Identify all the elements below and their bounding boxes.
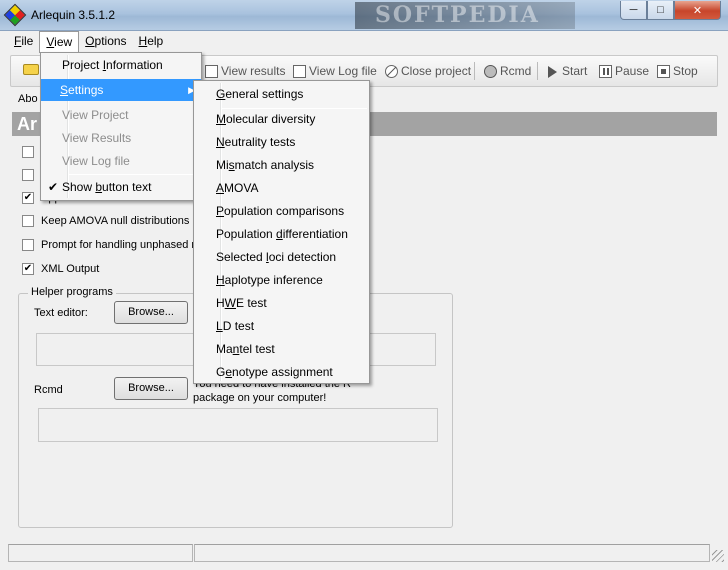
tab-about[interactable]: Abo xyxy=(18,93,38,105)
toolbar-separator xyxy=(537,62,538,80)
log-file-icon xyxy=(293,64,306,78)
text-editor-browse-button[interactable]: Browse... xyxy=(114,301,188,324)
r-icon xyxy=(484,64,497,78)
pause-button[interactable]: Pause xyxy=(599,64,649,78)
title-bar: Arlequin 3.5.1.2 SOFTPEDIA ─ □ ✕ xyxy=(0,0,728,31)
folder-icon xyxy=(23,64,39,75)
xml-output-checkbox[interactable]: ✔ XML Output xyxy=(22,263,99,275)
menu-item-view-project[interactable]: View Project xyxy=(43,104,199,126)
keep-amova-null-checkbox[interactable]: Keep AMOVA null distributions xyxy=(22,215,189,227)
close-window-button[interactable]: ✕ xyxy=(674,1,721,20)
rcmd-path-field[interactable] xyxy=(38,408,438,442)
menu-item-view-results[interactable]: View Results xyxy=(43,127,199,149)
submenu-item-genotype-assignment[interactable]: Genotype assignment xyxy=(196,361,367,384)
menu-help[interactable]: Help xyxy=(133,31,170,53)
submenu-item-population-differentiation[interactable]: Population differentiation xyxy=(196,223,367,246)
checkbox[interactable] xyxy=(22,239,34,251)
view-log-file-button[interactable]: View Log file xyxy=(293,64,377,78)
menu-separator xyxy=(69,174,199,175)
results-icon xyxy=(205,64,218,78)
submenu-item-ld-test[interactable]: LD test xyxy=(196,315,367,338)
option-checkbox-2[interactable] xyxy=(22,169,41,181)
stop-icon xyxy=(657,64,670,78)
checkbox[interactable] xyxy=(22,215,34,227)
checkbox[interactable] xyxy=(22,146,34,158)
status-pane-right xyxy=(194,544,710,562)
text-editor-label: Text editor: xyxy=(34,307,88,319)
start-button[interactable]: Start xyxy=(547,64,587,78)
option-checkbox-1[interactable] xyxy=(22,146,41,158)
rcmd-label: Rcmd xyxy=(34,384,63,396)
window-controls: ─ □ ✕ xyxy=(620,1,721,20)
play-icon xyxy=(547,65,559,78)
submenu-item-mantel-test[interactable]: Mantel test xyxy=(196,338,367,361)
submenu-item-haplotype-inference[interactable]: Haplotype inference xyxy=(196,269,367,292)
menu-item-settings[interactable]: Settings ▶ xyxy=(41,79,201,101)
arlequin-app-icon xyxy=(3,3,27,27)
menu-view[interactable]: View xyxy=(39,31,80,53)
submenu-item-mismatch-analysis[interactable]: Mismatch analysis xyxy=(196,154,367,177)
resize-grip-icon[interactable] xyxy=(712,550,724,562)
submenu-item-population-comparisons[interactable]: Population comparisons xyxy=(196,200,367,223)
menu-bar: File View Options Help xyxy=(0,31,728,53)
view-results-button[interactable]: View results xyxy=(205,64,285,78)
submenu-item-selected-loci-detection[interactable]: Selected loci detection xyxy=(196,246,367,269)
maximize-button[interactable]: □ xyxy=(647,1,674,20)
close-project-button[interactable]: Close project xyxy=(385,64,471,78)
checkbox-checked[interactable]: ✔ xyxy=(22,192,34,204)
softpedia-watermark: SOFTPEDIA xyxy=(355,2,575,29)
rcmd-button[interactable]: Rcmd xyxy=(484,64,531,78)
menu-file[interactable]: File xyxy=(8,31,39,53)
stop-button[interactable]: Stop xyxy=(657,64,698,78)
minimize-button[interactable]: ─ xyxy=(620,1,647,20)
submenu-item-amova[interactable]: AMOVA xyxy=(196,177,367,200)
menu-item-project-information[interactable]: Project Information xyxy=(43,54,199,76)
pause-icon xyxy=(599,64,612,78)
submenu-item-neutrality-tests[interactable]: Neutrality tests xyxy=(196,131,367,154)
checkbox[interactable] xyxy=(22,169,34,181)
window-title: Arlequin 3.5.1.2 xyxy=(31,8,116,22)
checkbox-checked[interactable]: ✔ xyxy=(22,263,34,275)
toolbar-separator xyxy=(474,62,475,80)
prompt-unphased-checkbox[interactable]: Prompt for handling unphased m xyxy=(22,239,201,251)
submenu-item-general-settings[interactable]: General settings xyxy=(196,83,367,106)
submenu-item-molecular-diversity[interactable]: Molecular diversity xyxy=(196,108,367,131)
helper-programs-title: Helper programs xyxy=(28,286,116,298)
status-bar xyxy=(0,541,728,570)
menu-item-show-button-text[interactable]: ✔ Show button text xyxy=(43,176,199,198)
submenu-item-hwe-test[interactable]: HWE test xyxy=(196,292,367,315)
menu-item-view-log-file[interactable]: View Log file xyxy=(43,150,199,172)
rcmd-browse-button[interactable]: Browse... xyxy=(114,377,188,400)
settings-submenu: General settings Molecular diversity Neu… xyxy=(193,80,370,384)
status-pane-left xyxy=(8,544,193,562)
menu-options[interactable]: Options xyxy=(79,31,132,53)
view-menu-dropdown: Project Information Settings ▶ View Proje… xyxy=(40,52,202,201)
checkmark-icon: ✔ xyxy=(48,180,59,194)
close-project-icon xyxy=(385,64,398,78)
